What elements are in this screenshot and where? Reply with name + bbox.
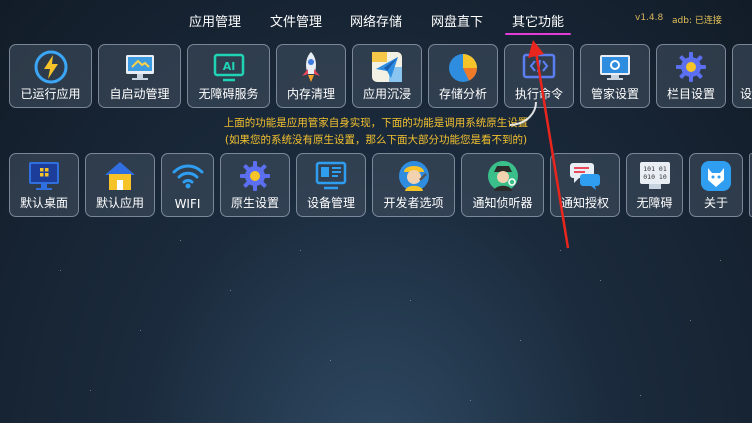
notification-listener-button[interactable]: 通知侦听器 [461,153,544,217]
wifi-icon [170,158,206,194]
ai-screen-icon: AI [211,49,247,85]
default-apps-button[interactable]: 默认应用 [85,153,155,217]
chat-bubble-icon [567,158,603,194]
manager-settings-button[interactable]: 管家设置 [580,44,650,108]
autostart-management-label: 自启动管理 [109,87,170,101]
device-monitor-icon [313,158,349,194]
default-apps-label: 默认应用 [95,196,144,210]
tab-file-management[interactable]: 文件管理 [270,11,322,30]
memory-clean-button[interactable]: 内存清理 [276,44,346,108]
default-desktop-label: 默认桌面 [19,196,68,210]
storage-analysis-label: 存储分析 [438,87,487,101]
notification-authorization-label: 通知授权 [560,196,609,210]
gear-icon [673,49,709,85]
column-settings-button[interactable]: 栏目设置 [656,44,726,108]
version-label: v1.4.8 [635,13,664,23]
running-apps-button[interactable]: 已运行应用 [9,44,92,108]
desktop-grid-icon [26,158,62,194]
fox-icon [698,158,734,194]
notification-authorization-button[interactable]: 通知授权 [550,153,620,217]
storage-analysis-button[interactable]: 存储分析 [428,44,498,108]
tab-app-management[interactable]: 应用管理 [189,11,241,30]
developer-options-button[interactable]: 开发者选项 [372,153,455,217]
info-note-line2: (如果您的系统没有原生设置，那么下面大部分功能您是看不到的) [224,134,528,146]
settings-partial-button[interactable]: 设 [732,44,752,108]
top-tab-bar: 应用管理 文件管理 网络存储 网盘直下 其它功能 v1.4.8 adb: 已连接 [0,0,752,36]
column-settings-label: 栏目设置 [666,87,715,101]
paper-plane-icon [369,49,405,85]
home-icon [102,158,138,194]
execute-command-button[interactable]: 执行命令 [504,44,574,108]
tab-cloud-download[interactable]: 网盘直下 [431,11,483,30]
settings-partial-label: 设 [740,87,752,101]
accessibility-label: 无障碍 [636,196,673,210]
svg-text:101 01: 101 01 [643,165,667,173]
lightning-icon [33,49,69,85]
accessibility-button[interactable]: 101 01 010 10 无障碍 [626,153,683,217]
code-icon [521,49,557,85]
adb-status: adb: 已连接 [672,16,722,26]
device-management-label: 设备管理 [306,196,355,210]
accessibility-service-label: 无障碍服务 [198,87,259,101]
info-note-line1: 上面的功能是应用管家自身实现，下面的功能是调用系统原生设置 [223,117,529,129]
detective-icon [485,158,521,194]
developer-options-label: 开发者选项 [383,196,444,210]
memory-clean-label: 内存清理 [286,87,335,101]
execute-command-label: 执行命令 [514,87,563,101]
rocket-icon [293,49,329,85]
wifi-button[interactable]: WIFI [161,153,214,217]
default-desktop-button[interactable]: 默认桌面 [9,153,79,217]
app-immersion-button[interactable]: 应用沉浸 [352,44,422,108]
running-apps-label: 已运行应用 [20,87,81,101]
app-immersion-label: 应用沉浸 [362,87,411,101]
accessibility-service-button[interactable]: AI 无障碍服务 [187,44,270,108]
system-functions-row: 默认桌面 默认应用 WIFI 原生设置 设备管理 开发者选项 通知侦听器 通知授… [0,153,752,219]
about-label: 关于 [703,196,728,210]
wifi-label: WIFI [174,197,201,211]
about-button[interactable]: 关于 [689,153,743,217]
svg-text:AI: AI [222,60,235,73]
tab-network-storage[interactable]: 网络存储 [350,11,402,30]
native-settings-label: 原生设置 [230,196,279,210]
manager-settings-label: 管家设置 [590,87,639,101]
svg-text:010 10: 010 10 [643,173,667,181]
binary-screen-icon: 101 01 010 10 [637,158,673,194]
notification-listener-label: 通知侦听器 [472,196,533,210]
autostart-management-button[interactable]: 自启动管理 [98,44,181,108]
monitor-icon [122,49,158,85]
display-gear-icon [597,49,633,85]
worker-icon [396,158,432,194]
pie-chart-icon [445,49,481,85]
device-management-button[interactable]: 设备管理 [296,153,366,217]
tab-other-functions[interactable]: 其它功能 [504,11,572,35]
self-functions-row: 已运行应用 自启动管理 AI 无障碍服务 内存清理 应用沉浸 存储分析 执行命令… [0,44,752,110]
native-settings-button[interactable]: 原生设置 [220,153,290,217]
gear-icon [237,158,273,194]
